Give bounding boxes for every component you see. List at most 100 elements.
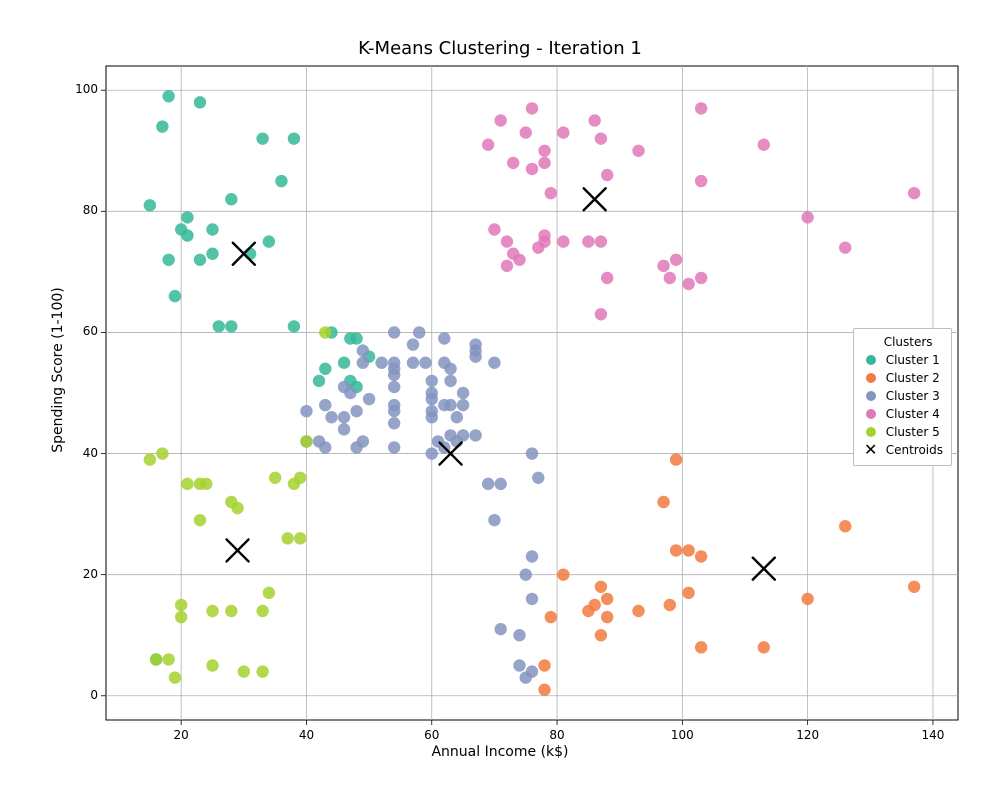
data-point: [213, 320, 225, 332]
y-tick-label: 60: [66, 324, 98, 338]
data-point: [225, 193, 237, 205]
data-point: [682, 587, 694, 599]
data-point: [181, 229, 193, 241]
data-point: [244, 248, 256, 260]
data-point: [357, 357, 369, 369]
data-point: [545, 187, 557, 199]
data-point: [319, 441, 331, 453]
data-point: [538, 235, 550, 247]
data-point: [451, 411, 463, 423]
data-point: [526, 102, 538, 114]
data-point: [426, 387, 438, 399]
data-point: [595, 132, 607, 144]
data-point: [457, 387, 469, 399]
data-point: [238, 665, 250, 677]
data-point: [256, 605, 268, 617]
data-point: [801, 211, 813, 223]
data-point: [482, 139, 494, 151]
data-point: [538, 659, 550, 671]
data-point: [388, 369, 400, 381]
data-point: [532, 472, 544, 484]
data-point: [908, 187, 920, 199]
data-point: [488, 514, 500, 526]
x-tick-label: 20: [166, 728, 196, 742]
data-point: [162, 653, 174, 665]
legend-label: Cluster 5: [886, 423, 940, 441]
data-point: [263, 235, 275, 247]
data-point: [156, 447, 168, 459]
data-point: [319, 363, 331, 375]
data-point: [601, 169, 613, 181]
legend-item: Cluster 1: [862, 351, 943, 369]
data-point: [670, 544, 682, 556]
legend-item: Cluster 2: [862, 369, 943, 387]
data-point: [758, 641, 770, 653]
data-point: [388, 399, 400, 411]
data-point: [601, 272, 613, 284]
data-point: [670, 254, 682, 266]
legend-item: Cluster 5: [862, 423, 943, 441]
chart-canvas: [0, 0, 1000, 800]
data-point: [488, 357, 500, 369]
data-point: [156, 120, 168, 132]
data-point: [695, 102, 707, 114]
legend-item-centroids: ✕Centroids: [862, 441, 943, 459]
data-point: [657, 496, 669, 508]
data-point: [162, 254, 174, 266]
data-point: [375, 357, 387, 369]
data-point: [313, 375, 325, 387]
data-point: [175, 611, 187, 623]
legend-label: Centroids: [886, 441, 943, 459]
data-point: [338, 411, 350, 423]
data-point: [457, 399, 469, 411]
data-point: [526, 447, 538, 459]
data-point: [695, 175, 707, 187]
data-point: [388, 441, 400, 453]
data-point: [526, 593, 538, 605]
data-point: [632, 145, 644, 157]
data-point: [513, 254, 525, 266]
data-point: [469, 429, 481, 441]
data-point: [206, 248, 218, 260]
data-point: [908, 581, 920, 593]
data-point: [526, 550, 538, 562]
data-point: [344, 387, 356, 399]
data-point: [144, 199, 156, 211]
data-point: [388, 326, 400, 338]
data-point: [801, 593, 813, 605]
data-point: [407, 357, 419, 369]
data-point: [300, 435, 312, 447]
legend-swatch: [862, 405, 880, 423]
data-point: [419, 357, 431, 369]
data-point: [632, 605, 644, 617]
y-tick-label: 100: [66, 82, 98, 96]
data-point: [513, 629, 525, 641]
data-point: [194, 96, 206, 108]
data-point: [426, 405, 438, 417]
data-point: [839, 520, 851, 532]
data-point: [225, 320, 237, 332]
data-point: [426, 375, 438, 387]
x-tick-label: 40: [291, 728, 321, 742]
data-point: [595, 629, 607, 641]
legend-swatch: [862, 369, 880, 387]
data-point: [269, 472, 281, 484]
y-tick-label: 80: [66, 203, 98, 217]
legend: Clusters Cluster 1Cluster 2Cluster 3Clus…: [853, 328, 952, 466]
data-point: [588, 114, 600, 126]
data-point: [300, 405, 312, 417]
data-point: [413, 326, 425, 338]
data-point: [695, 641, 707, 653]
data-point: [263, 587, 275, 599]
data-point: [601, 611, 613, 623]
y-tick-label: 0: [66, 688, 98, 702]
data-point: [444, 399, 456, 411]
data-point: [438, 332, 450, 344]
x-tick-label: 80: [542, 728, 572, 742]
data-point: [494, 478, 506, 490]
data-point: [469, 350, 481, 362]
data-point: [194, 514, 206, 526]
data-point: [494, 114, 506, 126]
data-point: [520, 568, 532, 580]
legend-swatch: [862, 423, 880, 441]
